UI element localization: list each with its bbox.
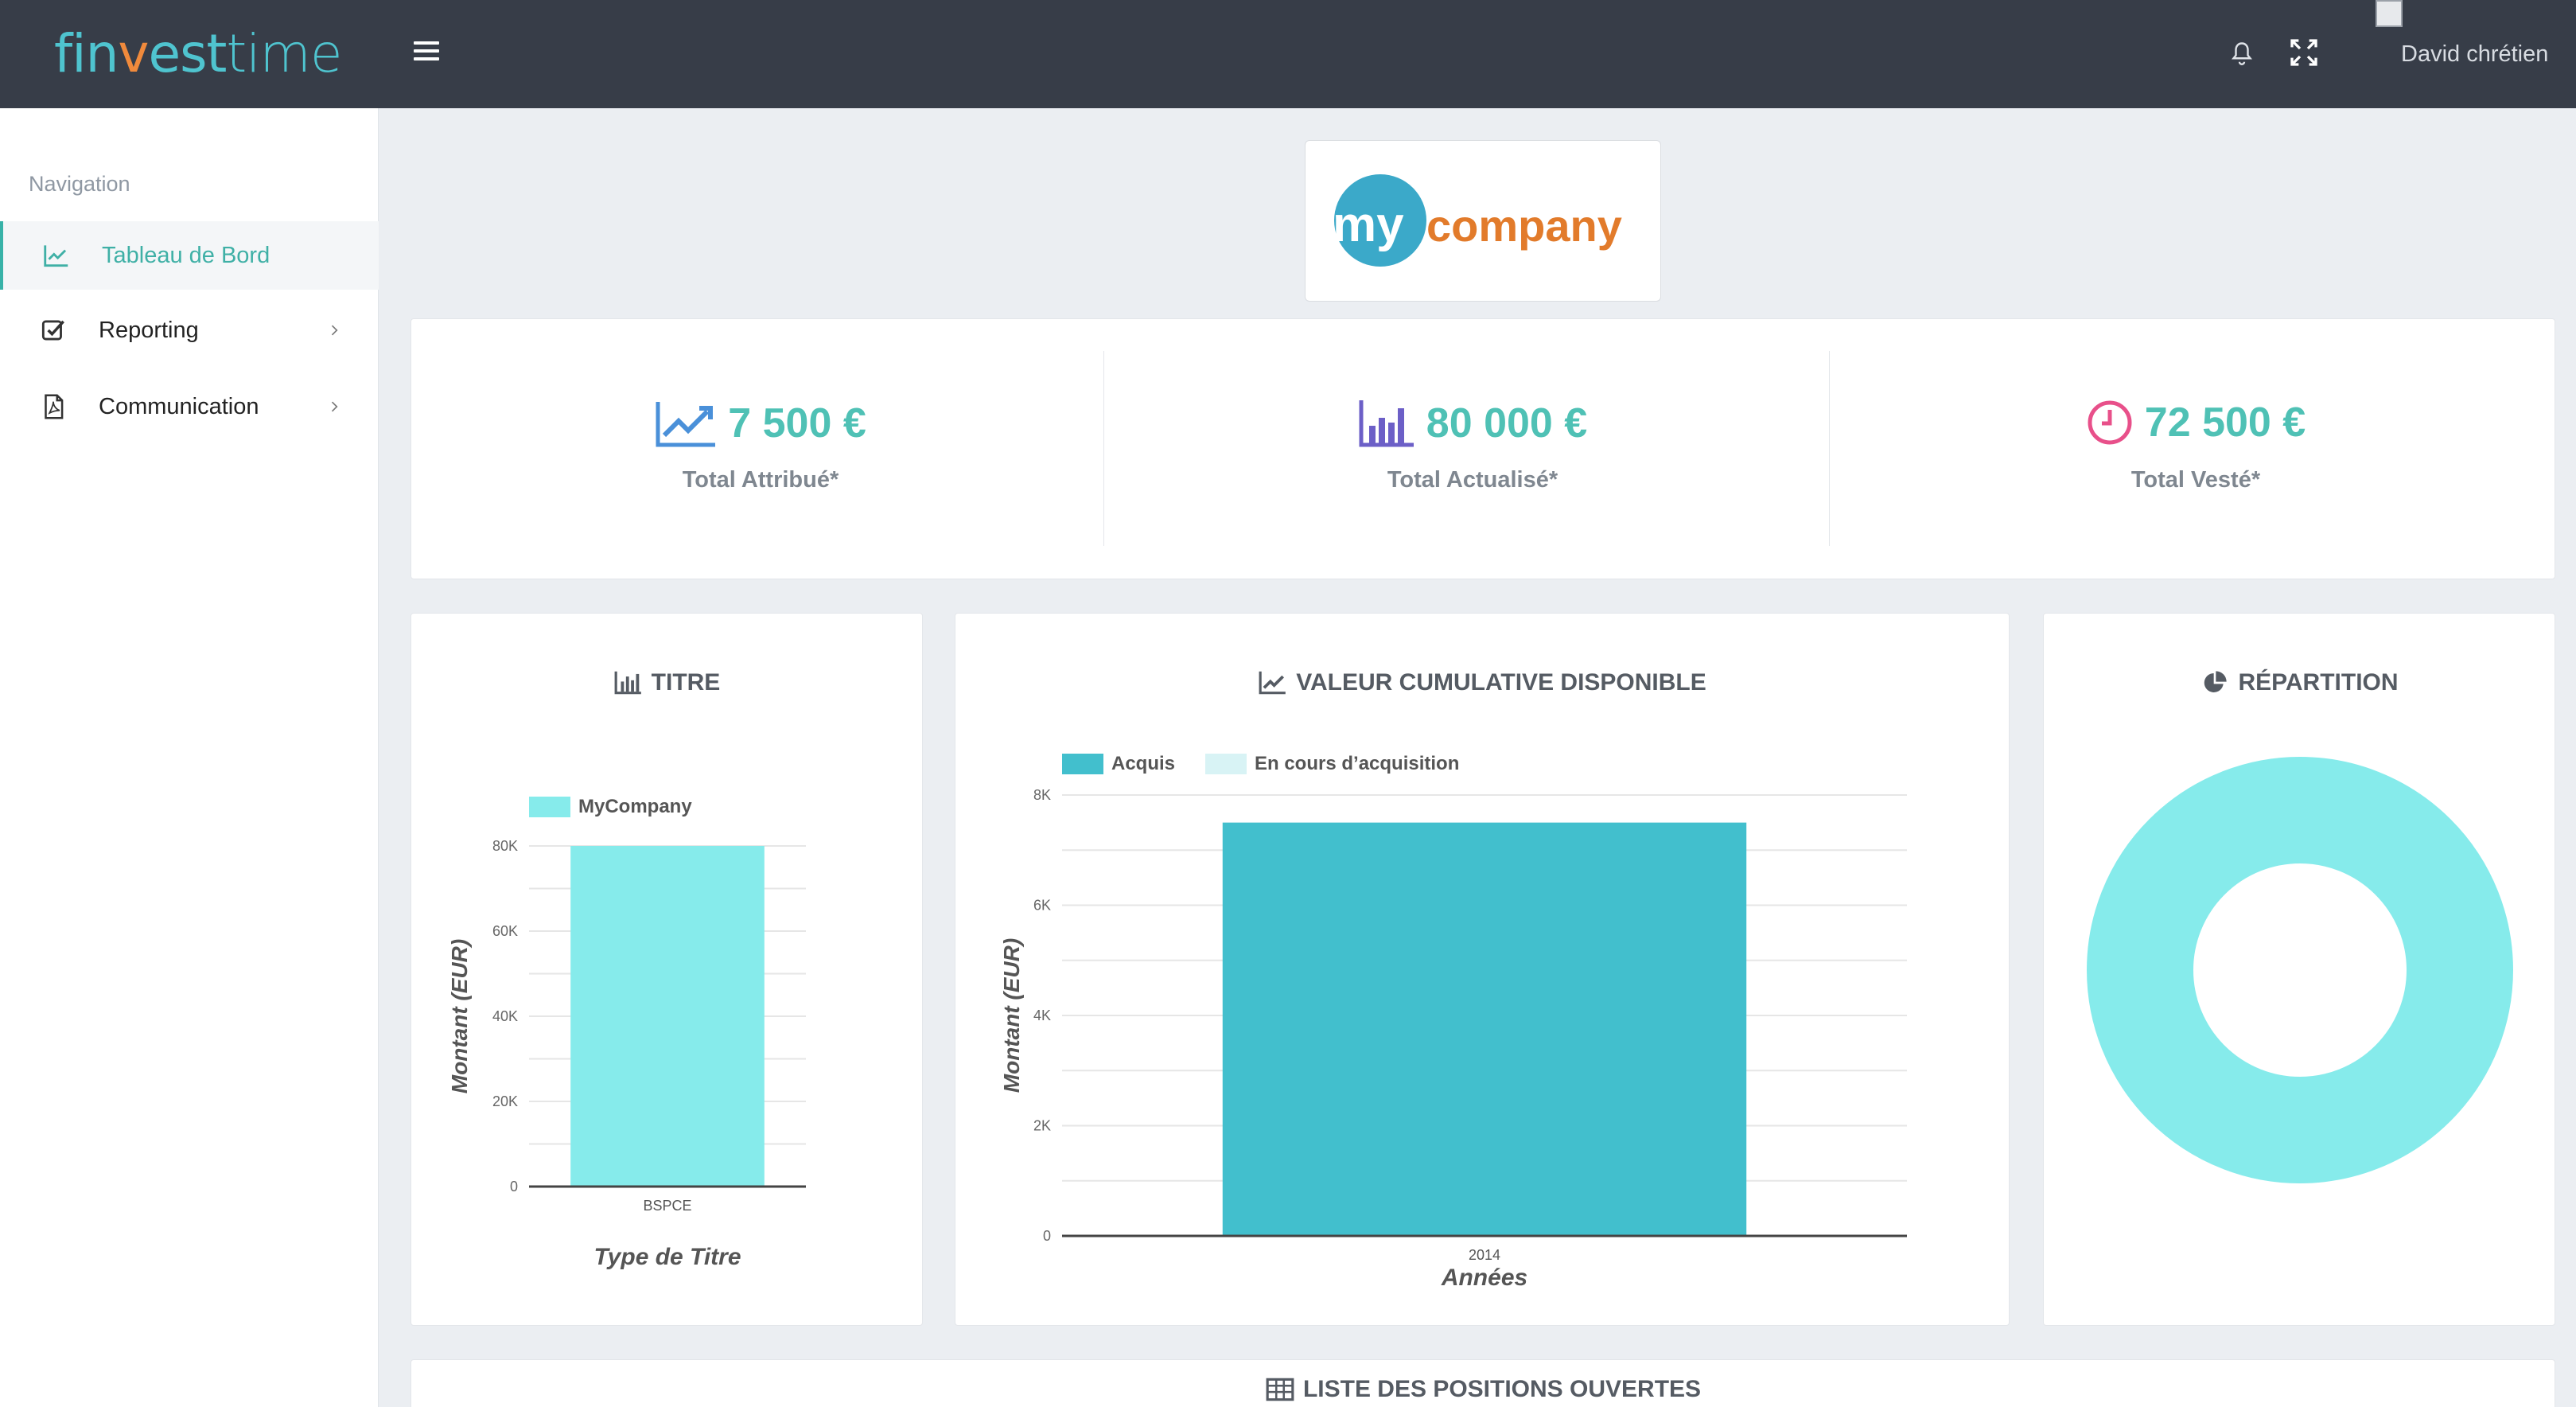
panel-title-text: VALEUR CUMULATIVE DISPONIBLE bbox=[1296, 669, 1706, 696]
stat-caption: Total Vesté* bbox=[2130, 467, 2261, 493]
bar-chart-icon bbox=[1359, 400, 1414, 447]
company-logo-card: my company bbox=[1305, 140, 1661, 302]
stat-divider bbox=[1103, 351, 1104, 546]
sidebar-item-label: Reporting bbox=[99, 317, 199, 343]
pie-slice bbox=[2087, 757, 2513, 1183]
legend-swatch bbox=[1062, 754, 1103, 774]
panel-title-text: LISTE DES POSITIONS OUVERTES bbox=[1302, 1376, 1702, 1402]
logo-part-time: time bbox=[226, 23, 342, 84]
titre-bar-chart: 0 20K 40K 60K 80K BSPCE Type de Titre Montant (… bbox=[447, 796, 806, 1270]
y-tick-label: 40K bbox=[492, 1008, 518, 1024]
logo-part-fin: fin bbox=[54, 23, 119, 84]
checkbox-icon bbox=[41, 320, 64, 341]
y-tick-label: 4K bbox=[1033, 1008, 1051, 1023]
menu-toggle-icon[interactable] bbox=[414, 37, 439, 68]
bar bbox=[570, 846, 765, 1187]
y-tick-label: 60K bbox=[492, 923, 518, 939]
valeur-bar-chart: 0 2K 4K 6K 8K 2014 Années Montant (EUR) Acquis En… bbox=[999, 753, 1907, 1291]
user-name[interactable]: David chrétien bbox=[2401, 41, 2548, 68]
avatar[interactable] bbox=[2376, 0, 2403, 27]
company-logo: my company bbox=[1333, 174, 1622, 267]
stat-total-actualise: 80 000 € Total Actualisé* bbox=[1110, 319, 1835, 574]
valeur-panel: VALEUR CUMULATIVE DISPONIBLE 0 2K 4K 6K 8K 20… bbox=[955, 613, 2010, 1326]
stats-card: 7 500 € Total Attribué* 80 000 € Total A… bbox=[411, 318, 2555, 579]
pie-chart-icon bbox=[2204, 671, 2228, 692]
notification-bell-icon[interactable] bbox=[2228, 38, 2256, 70]
top-bar: finvesttime David chrétien bbox=[0, 0, 2576, 108]
line-chart-icon bbox=[44, 245, 68, 267]
panel-title-valeur: VALEUR CUMULATIVE DISPONIBLE bbox=[955, 669, 2009, 696]
fullscreen-icon[interactable] bbox=[2288, 37, 2320, 68]
legend-swatch bbox=[529, 797, 570, 817]
y-axis-label: Montant (EUR) bbox=[999, 938, 1024, 1093]
sidebar-item-tableau-de-bord[interactable]: Tableau de Bord bbox=[0, 221, 379, 290]
chevron-right-icon bbox=[331, 325, 338, 336]
y-tick-label: 80K bbox=[492, 838, 518, 854]
sidebar: Navigation Tableau de Bord Reporting Com… bbox=[0, 108, 379, 1407]
positions-panel: LISTE DES POSITIONS OUVERTES bbox=[411, 1359, 2555, 1407]
nav-heading: Navigation bbox=[29, 172, 130, 196]
logo-part-v: v bbox=[118, 23, 149, 84]
stat-value: 7 500 € bbox=[728, 400, 866, 446]
logo-part-est: est bbox=[148, 23, 227, 84]
x-axis-label: Type de Titre bbox=[593, 1244, 741, 1270]
y-axis-label: Montant (EUR) bbox=[447, 939, 472, 1093]
legend-label: En cours d’acquisition bbox=[1255, 753, 1459, 774]
y-tick-label: 2K bbox=[1033, 1118, 1051, 1134]
x-axis-label: Années bbox=[1441, 1265, 1527, 1291]
legend-label: Acquis bbox=[1111, 753, 1175, 774]
sidebar-item-reporting[interactable]: Reporting bbox=[0, 296, 379, 364]
y-tick-label: 8K bbox=[1033, 787, 1051, 803]
titre-panel: TITRE 0 20K 40K 60K 80K BSPCE Type de Titre Mon… bbox=[411, 613, 923, 1326]
stat-value: 72 500 € bbox=[2144, 399, 2306, 446]
y-tick-label: 0 bbox=[510, 1179, 518, 1195]
stat-caption: Total Attribué* bbox=[682, 467, 839, 493]
table-icon bbox=[1266, 1378, 1294, 1401]
stat-value: 80 000 € bbox=[1426, 400, 1588, 446]
pdf-file-icon bbox=[45, 394, 64, 419]
stat-total-veste: 72 500 € Total Vesté* bbox=[1835, 319, 2556, 574]
trend-up-icon bbox=[656, 402, 716, 447]
x-tick-label: 2014 bbox=[1469, 1247, 1500, 1263]
clock-icon bbox=[2088, 400, 2132, 445]
chevron-right-icon bbox=[331, 401, 338, 412]
y-tick-label: 6K bbox=[1033, 898, 1051, 914]
sidebar-item-communication[interactable]: Communication bbox=[0, 372, 379, 441]
stat-caption: Total Actualisé* bbox=[1387, 467, 1558, 493]
stat-total-attribue: 7 500 € Total Attribué* bbox=[411, 319, 1110, 574]
y-tick-label: 0 bbox=[1043, 1228, 1051, 1244]
repartition-panel: RÉPARTITION bbox=[2043, 613, 2555, 1326]
panel-title-repartition: RÉPARTITION bbox=[2044, 669, 2555, 696]
line-chart-icon bbox=[1259, 671, 1286, 695]
bar bbox=[1222, 822, 1747, 1236]
panel-title-titre: TITRE bbox=[411, 669, 922, 696]
legend-swatch bbox=[1205, 754, 1247, 774]
sidebar-item-label: Communication bbox=[99, 393, 259, 419]
stat-divider bbox=[1829, 351, 1830, 546]
panel-title-positions: LISTE DES POSITIONS OUVERTES bbox=[411, 1376, 2555, 1403]
company-logo-text-company: company bbox=[1426, 201, 1622, 251]
repartition-donut-chart bbox=[2087, 757, 2513, 1183]
panel-title-text: RÉPARTITION bbox=[2238, 669, 2399, 696]
sidebar-item-label: Tableau de Bord bbox=[102, 242, 270, 268]
y-tick-label: 20K bbox=[492, 1093, 518, 1109]
x-tick-label: BSPCE bbox=[643, 1198, 691, 1214]
legend-label: MyCompany bbox=[578, 796, 692, 817]
bar-chart-icon bbox=[614, 671, 641, 695]
panel-title-text: TITRE bbox=[651, 669, 721, 696]
app-logo[interactable]: finvesttime bbox=[54, 22, 342, 86]
company-logo-text-my: my bbox=[1333, 197, 1404, 252]
